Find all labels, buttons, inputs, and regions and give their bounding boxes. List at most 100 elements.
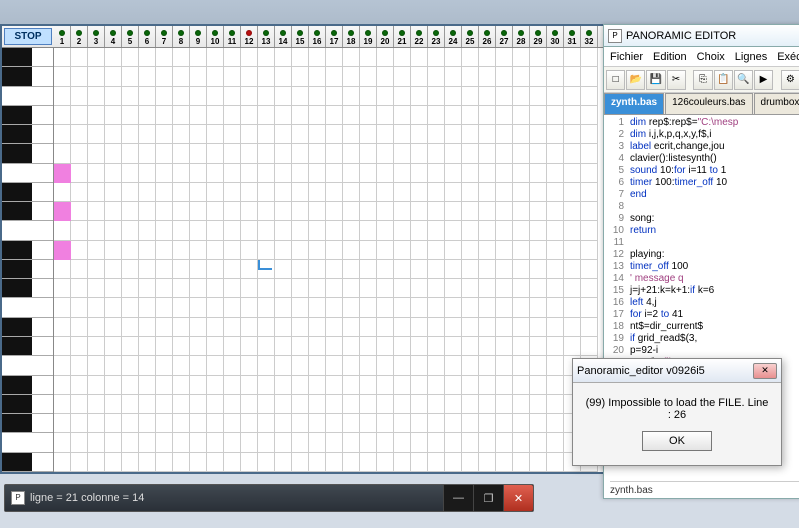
grid-cell[interactable] — [156, 298, 173, 317]
grid-cell[interactable] — [411, 318, 428, 337]
grid-cell[interactable] — [564, 298, 581, 317]
grid-cell[interactable] — [105, 433, 122, 452]
column-header-6[interactable]: 6 — [139, 26, 156, 47]
grid-cell[interactable] — [564, 87, 581, 106]
grid-cell[interactable] — [122, 433, 139, 452]
grid-cell[interactable] — [394, 144, 411, 163]
grid-cell[interactable] — [275, 414, 292, 433]
dialog-close-button[interactable]: ✕ — [753, 363, 777, 379]
grid-cell[interactable] — [241, 164, 258, 183]
grid-cell[interactable] — [343, 164, 360, 183]
column-header-30[interactable]: 30 — [547, 26, 564, 47]
grid-cell[interactable] — [275, 395, 292, 414]
grid-cell[interactable] — [479, 164, 496, 183]
code-editor[interactable]: 1dim rep$:rep$="C:\mesp2dim i,j,k,p,q,x,… — [604, 115, 799, 395]
grid-cell[interactable] — [445, 221, 462, 240]
grid-cell[interactable] — [173, 241, 190, 260]
grid-cell[interactable] — [207, 414, 224, 433]
grid-cell[interactable] — [309, 260, 326, 279]
grid-cell[interactable] — [326, 48, 343, 67]
grid-cell[interactable] — [394, 221, 411, 240]
grid-cell[interactable] — [309, 183, 326, 202]
grid-cell[interactable] — [122, 414, 139, 433]
grid-cell[interactable] — [581, 260, 598, 279]
grid-cell[interactable] — [394, 241, 411, 260]
grid-cell[interactable] — [326, 337, 343, 356]
grid-cell[interactable] — [411, 67, 428, 86]
grid-cell[interactable] — [224, 106, 241, 125]
grid-cell[interactable] — [224, 183, 241, 202]
grid-cell[interactable] — [54, 298, 71, 317]
grid-cell[interactable] — [71, 48, 88, 67]
grid-cell[interactable] — [411, 241, 428, 260]
grid-cell[interactable] — [394, 279, 411, 298]
grid-cell[interactable] — [326, 318, 343, 337]
grid-cell[interactable] — [258, 202, 275, 221]
code-line[interactable]: 14' message q — [606, 273, 799, 285]
grid-cell[interactable] — [547, 144, 564, 163]
grid-cell[interactable] — [462, 337, 479, 356]
grid-cell[interactable] — [207, 318, 224, 337]
grid-cell[interactable] — [224, 241, 241, 260]
grid-cell[interactable] — [513, 414, 530, 433]
menu-item-fichier[interactable]: Fichier — [610, 51, 643, 63]
grid-cell[interactable] — [411, 48, 428, 67]
grid-cell[interactable] — [88, 453, 105, 472]
grid-cell[interactable] — [122, 279, 139, 298]
grid-cell[interactable] — [547, 202, 564, 221]
grid-cell[interactable] — [428, 298, 445, 317]
code-line[interactable]: 10return — [606, 225, 799, 237]
grid-cell[interactable] — [207, 202, 224, 221]
grid-cell[interactable] — [547, 164, 564, 183]
grid-cell[interactable] — [360, 144, 377, 163]
grid-cell[interactable] — [156, 241, 173, 260]
grid-cell[interactable] — [190, 106, 207, 125]
grid-cell[interactable] — [207, 144, 224, 163]
grid-cell[interactable] — [360, 67, 377, 86]
grid-cell[interactable] — [309, 144, 326, 163]
new-icon[interactable]: □ — [606, 70, 625, 90]
grid-cell[interactable] — [105, 260, 122, 279]
grid-cell[interactable] — [241, 106, 258, 125]
grid-cell[interactable] — [496, 318, 513, 337]
grid-cell[interactable] — [173, 87, 190, 106]
grid-cell[interactable] — [411, 433, 428, 452]
grid-cell[interactable] — [139, 318, 156, 337]
piano-key[interactable] — [2, 221, 53, 240]
grid-cell[interactable] — [445, 376, 462, 395]
sequencer-grid[interactable] — [54, 48, 603, 472]
grid-cell[interactable] — [479, 221, 496, 240]
grid-cell[interactable] — [207, 298, 224, 317]
code-line[interactable]: 11 — [606, 237, 799, 249]
grid-cell[interactable] — [207, 279, 224, 298]
column-header-13[interactable]: 13 — [258, 26, 275, 47]
grid-cell[interactable] — [275, 221, 292, 240]
grid-cell[interactable] — [224, 164, 241, 183]
grid-cell[interactable] — [139, 48, 156, 67]
grid-cell[interactable] — [428, 395, 445, 414]
grid-cell[interactable] — [445, 125, 462, 144]
grid-cell[interactable] — [190, 125, 207, 144]
grid-cell[interactable] — [156, 453, 173, 472]
grid-cell[interactable] — [275, 356, 292, 375]
grid-cell[interactable] — [445, 48, 462, 67]
grid-cell[interactable] — [224, 221, 241, 240]
grid-cell[interactable] — [411, 125, 428, 144]
grid-cell[interactable] — [496, 260, 513, 279]
grid-cell[interactable] — [513, 202, 530, 221]
grid-cell[interactable] — [309, 67, 326, 86]
grid-cell[interactable] — [581, 125, 598, 144]
grid-cell[interactable] — [122, 376, 139, 395]
grid-cell[interactable] — [54, 183, 71, 202]
grid-cell[interactable] — [54, 395, 71, 414]
grid-cell[interactable] — [309, 395, 326, 414]
grid-cell[interactable] — [292, 395, 309, 414]
dialog-ok-button[interactable]: OK — [642, 431, 712, 451]
grid-cell[interactable] — [530, 221, 547, 240]
status-maximize-button[interactable]: ❐ — [473, 485, 503, 511]
code-line[interactable]: 19 if grid_read$(3, — [606, 333, 799, 345]
grid-cell[interactable] — [156, 376, 173, 395]
column-header-19[interactable]: 19 — [360, 26, 377, 47]
grid-cell[interactable] — [224, 144, 241, 163]
grid-cell[interactable] — [224, 414, 241, 433]
